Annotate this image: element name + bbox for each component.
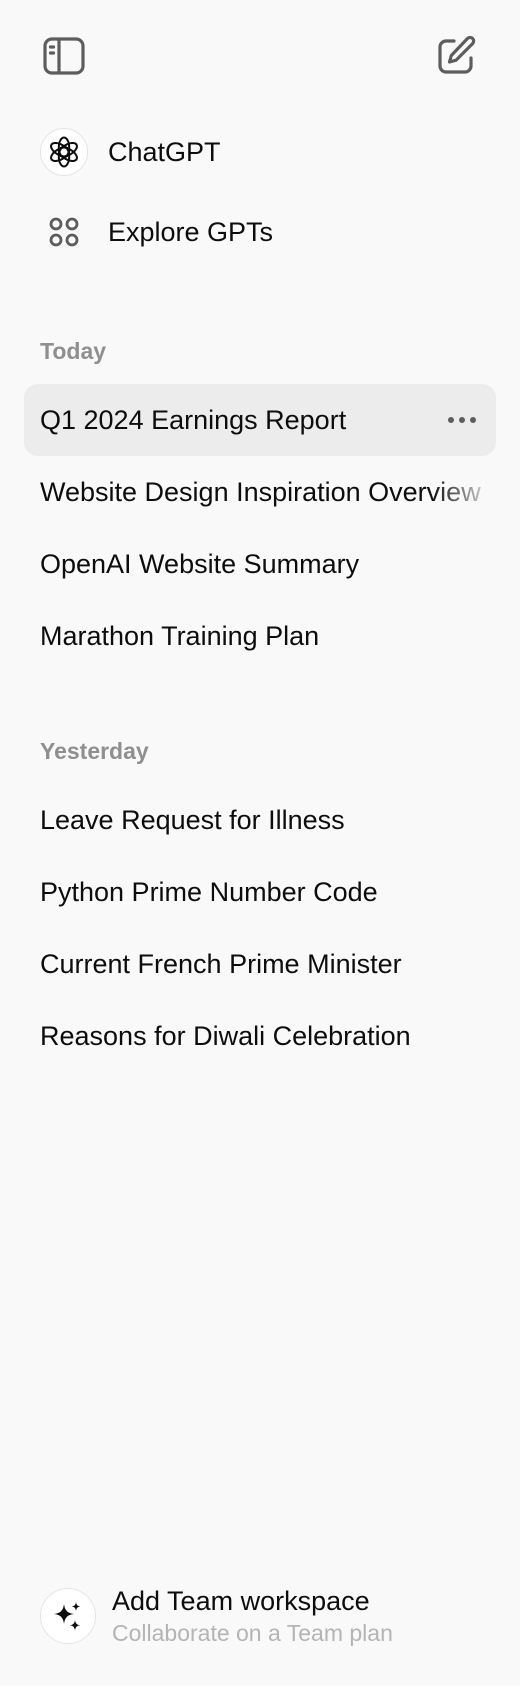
section-title-yesterday: Yesterday xyxy=(40,738,149,764)
nav-item-explore-label: Explore GPTs xyxy=(108,216,274,247)
add-team-workspace-button[interactable]: Add Team workspace Collaborate on a Team… xyxy=(24,1576,496,1656)
sparkles-icon xyxy=(54,1602,81,1631)
chat-item[interactable]: Python Prime Number Code xyxy=(24,856,496,928)
section-title-today: Today xyxy=(40,338,107,364)
sidebar-toggle-icon xyxy=(43,37,85,75)
team-workspace-text: Add Team workspace Collaborate on a Team… xyxy=(112,1584,393,1648)
new-chat-button[interactable] xyxy=(428,28,484,84)
nav-item-explore-gpts[interactable]: Explore GPTs xyxy=(24,200,496,264)
new-chat-icon xyxy=(438,35,476,74)
chat-item[interactable]: OpenAI Website Summary xyxy=(24,528,496,600)
sidebar-toggle-button[interactable] xyxy=(36,28,92,84)
chat-item[interactable]: Reasons for Diwali Celebration xyxy=(24,1000,496,1072)
chat-item[interactable]: Current French Prime Minister xyxy=(24,928,496,1000)
chat-item-label: Q1 2024 Earnings Report xyxy=(40,404,347,435)
chat-item[interactable]: Website Design Inspiration Overview xyxy=(24,456,496,528)
chat-item-label: Website Design Inspiration Overview xyxy=(40,476,481,507)
nav-item-chatgpt[interactable]: ChatGPT xyxy=(24,120,496,184)
team-workspace-title: Add Team workspace xyxy=(112,1586,370,1616)
team-workspace-subtitle: Collaborate on a Team plan xyxy=(112,1620,393,1646)
team-workspace-badge xyxy=(40,1588,96,1644)
chat-options-button[interactable] xyxy=(438,396,486,444)
chat-item[interactable]: Marathon Training Plan xyxy=(24,600,496,672)
nav-item-chatgpt-label: ChatGPT xyxy=(108,136,221,167)
chat-item[interactable]: Q1 2024 Earnings Report xyxy=(24,384,496,456)
chat-item-label: Marathon Training Plan xyxy=(40,620,320,651)
chat-item-label: Reasons for Diwali Celebration xyxy=(40,1020,411,1051)
chat-item[interactable]: Leave Request for Illness xyxy=(24,784,496,856)
chat-item-label: Current French Prime Minister xyxy=(40,948,402,979)
ellipsis-icon xyxy=(448,417,476,423)
chat-item-label: OpenAI Website Summary xyxy=(40,548,360,579)
explore-icon-wrap xyxy=(40,208,88,256)
chat-item-label: Leave Request for Illness xyxy=(40,804,345,835)
grid-dots-icon xyxy=(49,217,79,247)
openai-logo-icon xyxy=(50,136,78,168)
chat-item-label: Python Prime Number Code xyxy=(40,876,378,907)
chatgpt-logo-avatar xyxy=(40,128,88,176)
